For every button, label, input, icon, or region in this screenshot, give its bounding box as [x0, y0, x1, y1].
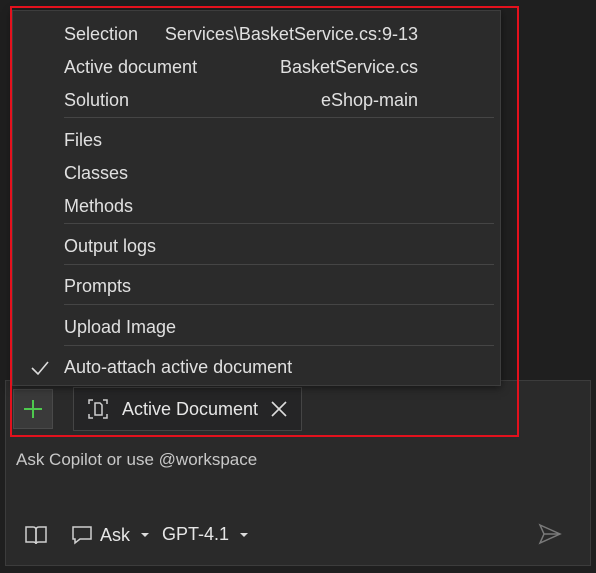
menu-item-label: Upload Image	[64, 316, 177, 337]
menu-item-label: Prompts	[64, 275, 132, 296]
send-button[interactable]	[538, 523, 562, 545]
model-label: GPT-4.1	[162, 524, 230, 544]
model-dropdown[interactable]: GPT-4.1	[162, 524, 251, 545]
menu-item-label: Classes	[64, 162, 129, 183]
menu-item-output-logs[interactable]: Output logs	[13, 231, 500, 261]
menu-item-value: BasketService.cs	[279, 56, 418, 77]
book-button[interactable]	[24, 524, 48, 546]
menu-divider	[64, 345, 494, 346]
menu-item-methods[interactable]: Methods	[13, 191, 500, 221]
menu-item-auto-attach[interactable]: Auto-attach active document	[13, 352, 500, 382]
menu-item-classes[interactable]: Classes	[13, 158, 500, 188]
menu-item-selection[interactable]: Selection Services\BasketService.cs:9-13	[13, 19, 500, 49]
context-menu: Selection Services\BasketService.cs:9-13…	[12, 10, 501, 386]
mode-label: Ask	[100, 524, 131, 545]
menu-item-label: Methods	[64, 195, 134, 216]
mode-dropdown[interactable]: Ask	[70, 523, 152, 547]
menu-divider	[64, 304, 494, 305]
menu-item-value: eShop-main	[320, 89, 418, 110]
menu-item-active-document[interactable]: Active document BasketService.cs	[13, 52, 500, 82]
chevron-down-icon	[240, 532, 249, 537]
menu-divider	[64, 264, 494, 265]
chat-bubble-icon	[72, 526, 92, 545]
document-scope-icon	[86, 397, 110, 421]
close-icon[interactable]	[268, 398, 290, 420]
checkmark-icon	[31, 361, 49, 376]
menu-item-solution[interactable]: Solution eShop-main	[13, 85, 500, 115]
send-icon	[538, 523, 562, 545]
chat-input[interactable]: Ask Copilot or use @workspace	[16, 450, 257, 470]
menu-divider	[64, 117, 494, 118]
menu-item-label: Output logs	[64, 235, 157, 256]
menu-item-files[interactable]: Files	[13, 125, 500, 155]
menu-item-label: Active document	[64, 56, 198, 77]
chip-label: Active Document	[122, 398, 259, 419]
add-attachment-button[interactable]	[13, 389, 53, 429]
menu-item-upload-image[interactable]: Upload Image	[13, 312, 500, 342]
menu-divider	[64, 223, 494, 224]
book-icon	[25, 526, 47, 545]
active-document-chip[interactable]: Active Document	[73, 387, 302, 431]
menu-item-label: Solution	[64, 89, 130, 110]
menu-item-label: Files	[64, 129, 103, 150]
menu-item-label: Selection	[64, 23, 139, 44]
menu-item-value: Services\BasketService.cs:9-13	[164, 23, 418, 44]
chevron-down-icon	[141, 533, 150, 537]
menu-item-prompts[interactable]: Prompts	[13, 271, 500, 301]
plus-icon	[24, 400, 42, 418]
menu-item-label: Auto-attach active document	[64, 356, 293, 377]
